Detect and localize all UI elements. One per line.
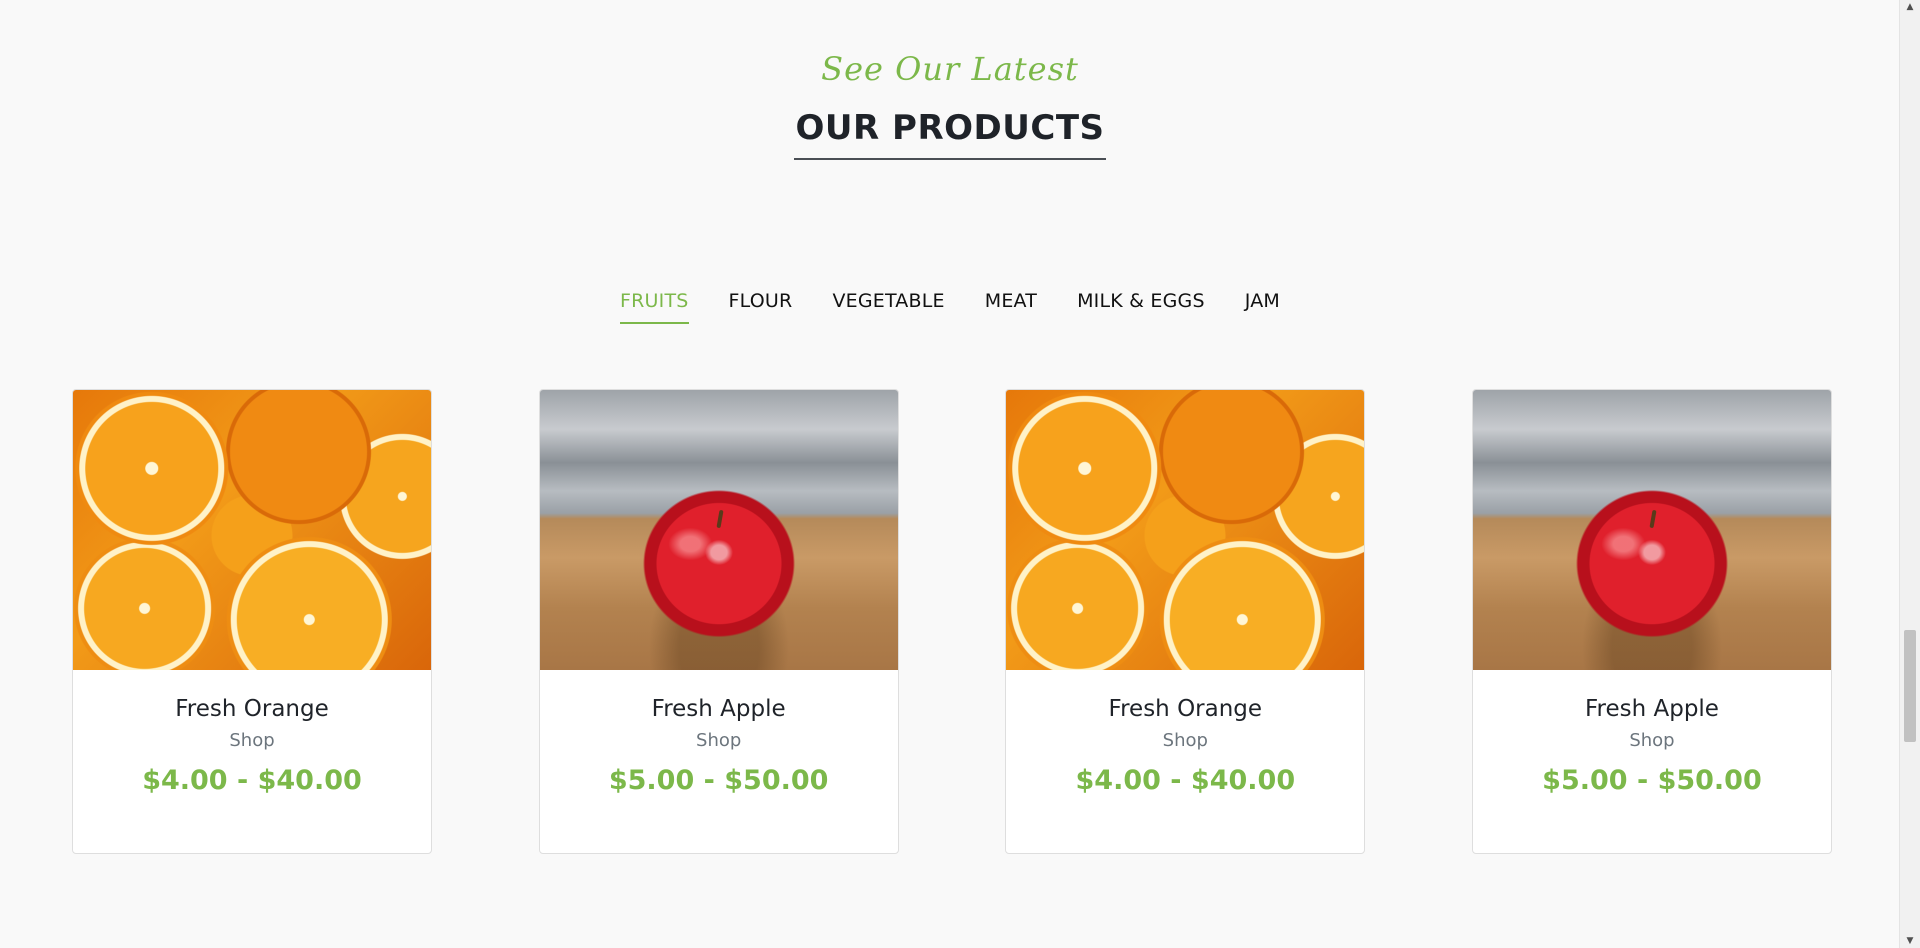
product-image-apple[interactable] — [539, 390, 898, 670]
triangle-up-icon[interactable]: ▲ — [1900, 2, 1920, 12]
product-name[interactable]: Fresh Orange — [1006, 696, 1364, 722]
apple-stem — [1649, 509, 1657, 529]
card-body: Fresh Orange Shop $4.00 - $40.00 — [73, 696, 431, 796]
section-title: OUR PRODUCTS — [795, 108, 1105, 148]
product-category[interactable]: Shop — [1006, 730, 1364, 751]
product-category[interactable]: Shop — [1473, 730, 1831, 751]
product-card[interactable]: Fresh Apple Shop $5.00 - $50.00 — [1471, 389, 1832, 854]
product-price: $4.00 - $40.00 — [1075, 765, 1296, 796]
triangle-down-icon[interactable]: ▼ — [1900, 936, 1920, 946]
section-subtitle: See Our Latest — [821, 50, 1079, 88]
product-card[interactable]: Fresh Orange Shop $4.00 - $40.00 — [1005, 389, 1366, 854]
card-body: Fresh Orange Shop $4.00 - $40.00 — [1006, 696, 1364, 796]
product-price: $5.00 - $50.00 — [1542, 765, 1762, 796]
category-tabs: FRUITS FLOUR VEGETABLE MEAT MILK & EGGS … — [0, 290, 1900, 324]
products-section: See Our Latest OUR PRODUCTS FRUITS FLOUR… — [0, 0, 1900, 948]
product-image-orange[interactable] — [73, 390, 431, 670]
tab-meat[interactable]: MEAT — [985, 290, 1037, 324]
apple-stem — [716, 509, 724, 529]
product-card[interactable]: Fresh Apple Shop $5.00 - $50.00 — [538, 389, 899, 854]
tab-vegetable[interactable]: VEGETABLE — [832, 290, 944, 324]
product-price: $5.00 - $50.00 — [608, 765, 829, 796]
card-body: Fresh Apple Shop $5.00 - $50.00 — [540, 696, 898, 796]
product-name[interactable]: Fresh Apple — [1473, 696, 1831, 722]
tab-flour[interactable]: FLOUR — [729, 290, 793, 324]
card-body: Fresh Apple Shop $5.00 - $50.00 — [1473, 696, 1831, 796]
page: See Our Latest OUR PRODUCTS FRUITS FLOUR… — [0, 0, 1920, 948]
product-image-orange[interactable] — [1006, 390, 1365, 670]
product-name[interactable]: Fresh Orange — [73, 696, 431, 722]
product-image-apple[interactable] — [1472, 390, 1831, 670]
product-price: $4.00 - $40.00 — [142, 765, 362, 796]
product-name[interactable]: Fresh Apple — [540, 696, 898, 722]
product-category[interactable]: Shop — [540, 730, 898, 751]
product-card[interactable]: Fresh Orange Shop $4.00 - $40.00 — [72, 389, 432, 854]
tab-milk-eggs[interactable]: MILK & EGGS — [1077, 290, 1205, 324]
tab-jam[interactable]: JAM — [1245, 290, 1280, 324]
product-category[interactable]: Shop — [73, 730, 431, 751]
product-grid: Fresh Orange Shop $4.00 - $40.00 Fresh A… — [72, 389, 1832, 854]
page-scrollbar[interactable]: ▲ ▼ — [1899, 0, 1920, 948]
tab-fruits[interactable]: FRUITS — [620, 290, 689, 324]
title-underline — [794, 158, 1106, 160]
scrollbar-thumb[interactable] — [1904, 630, 1916, 742]
